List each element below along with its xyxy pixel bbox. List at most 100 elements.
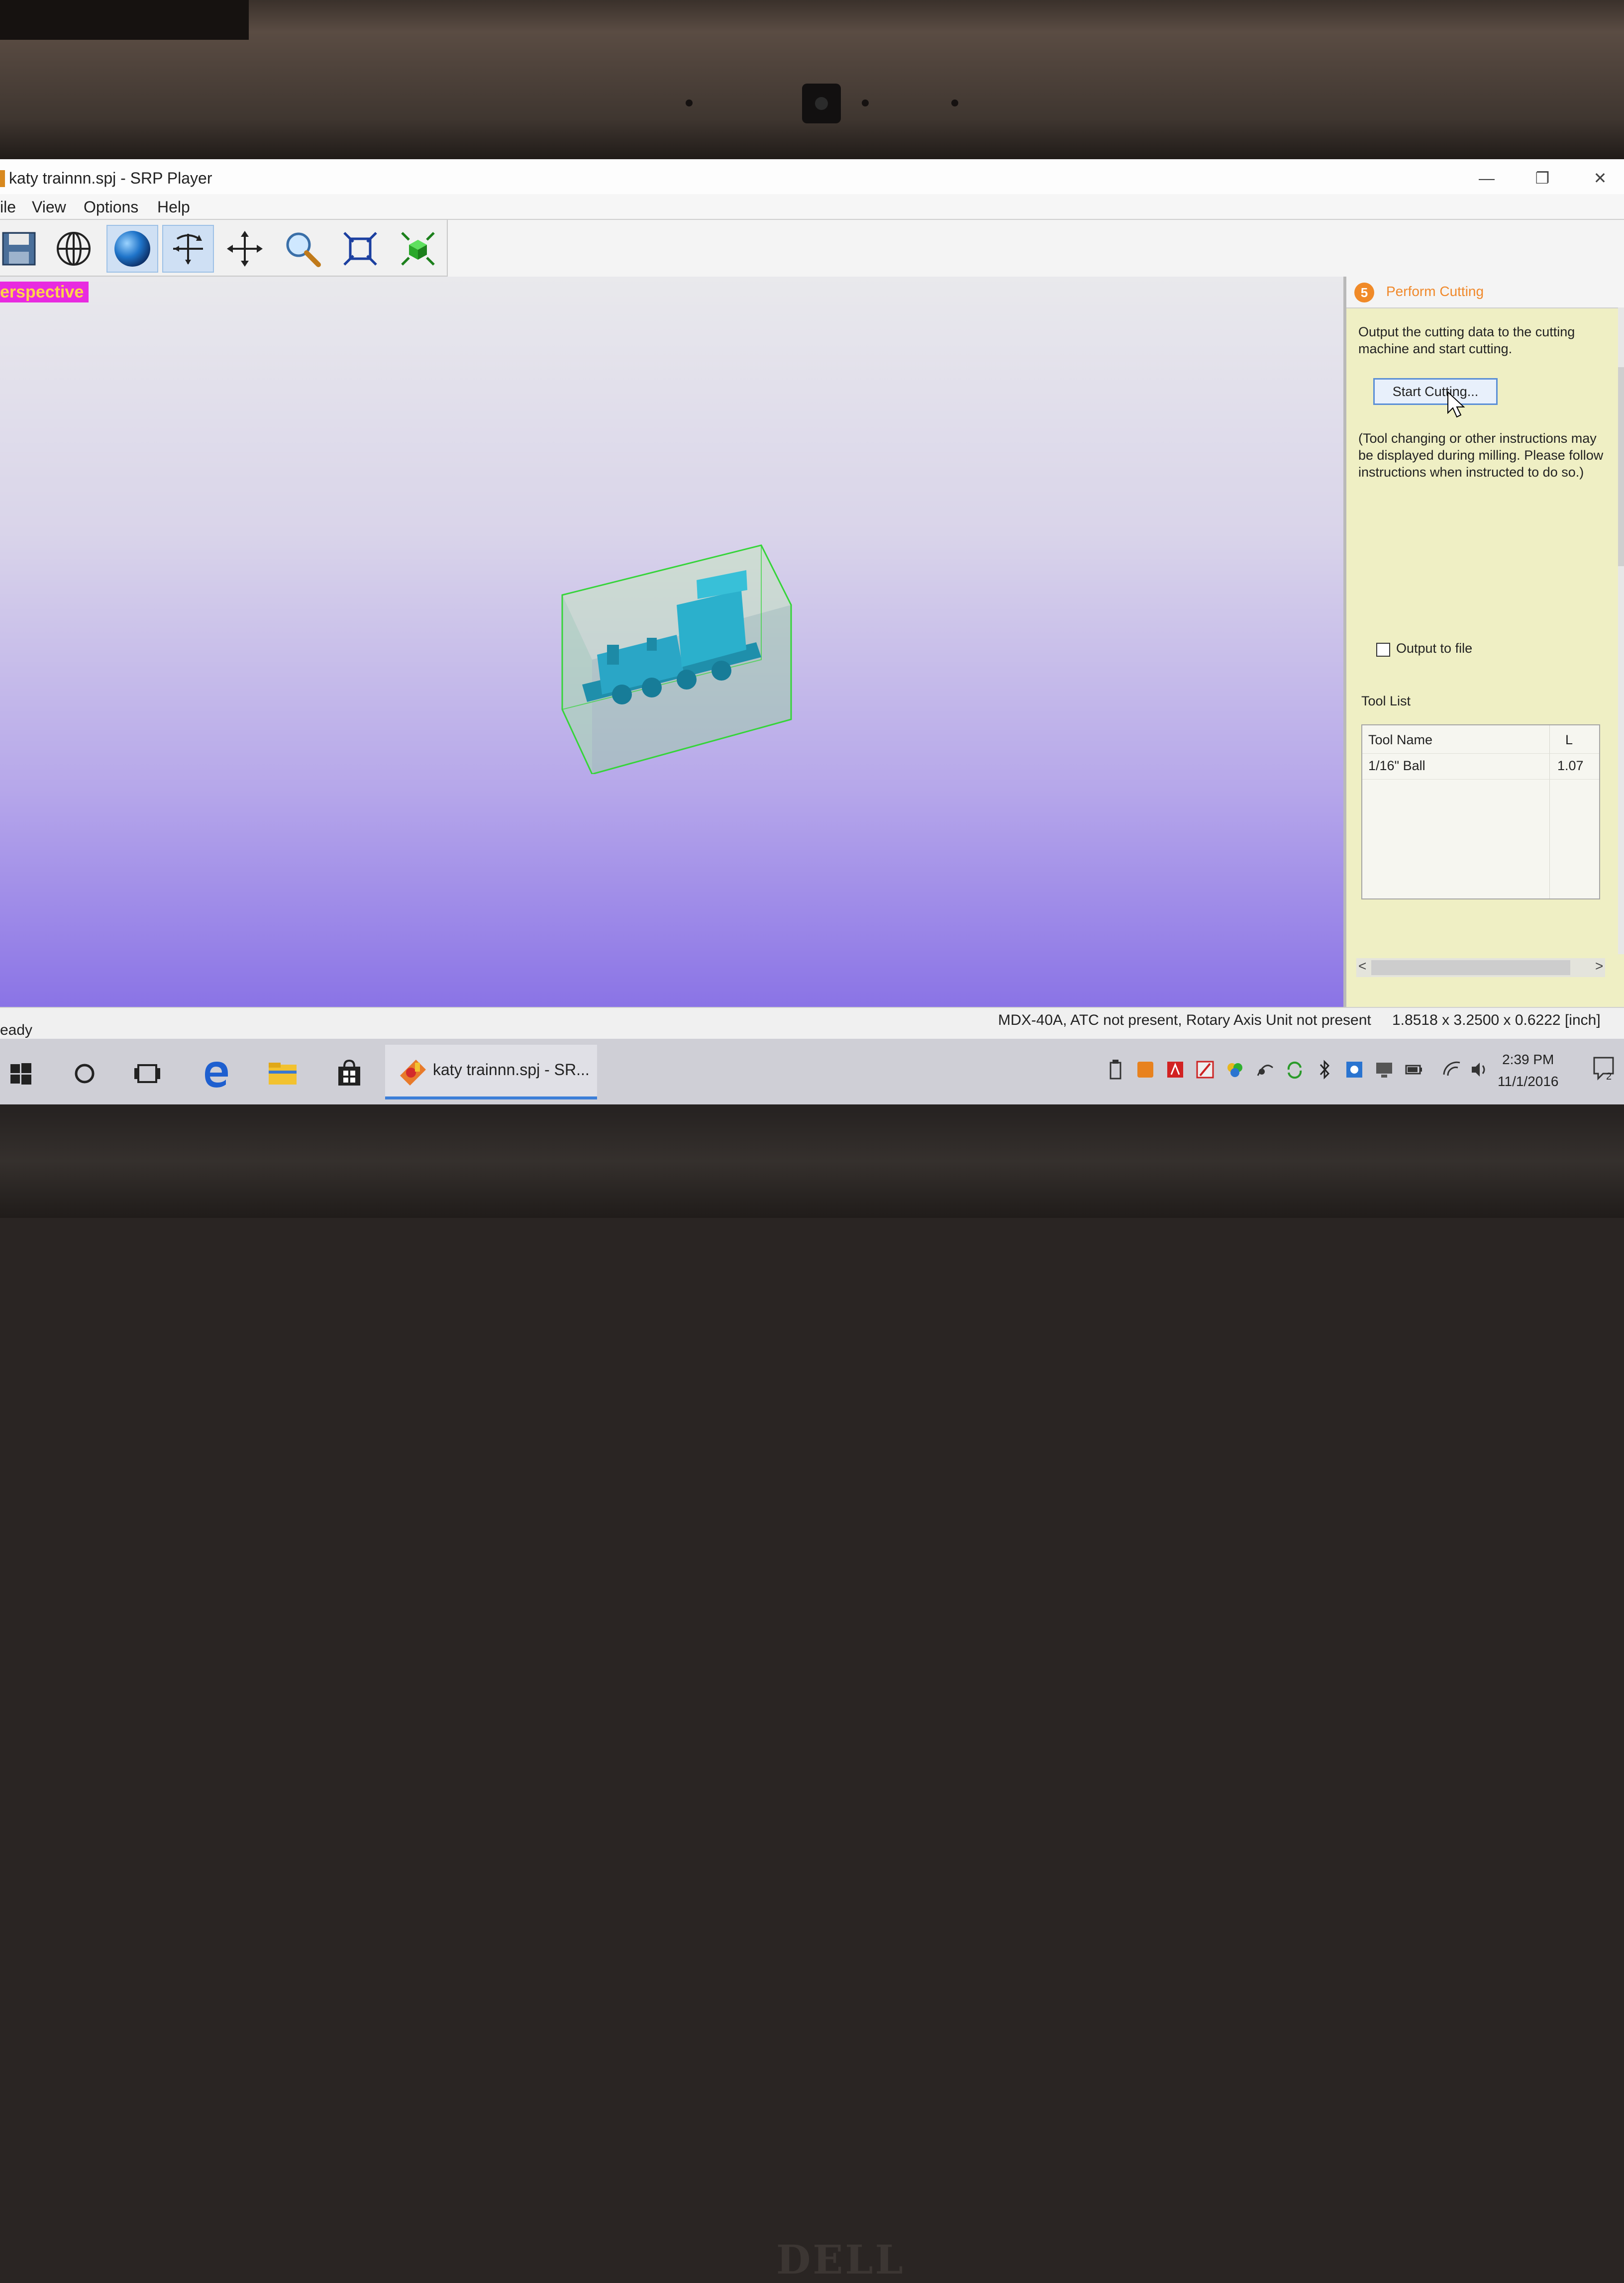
scroll-right-arrow-icon[interactable]: > — [1595, 958, 1603, 974]
train-wheel — [677, 670, 697, 690]
sphere-render-icon — [114, 231, 150, 267]
webcam-lens — [815, 97, 828, 110]
adobe-icon[interactable] — [1165, 1059, 1185, 1081]
window-title: katy trainnn.spj - SRP Player — [9, 169, 212, 187]
close-button[interactable]: ✕ — [1580, 166, 1620, 190]
menu-bar: ile View Options Help — [0, 194, 1624, 220]
acrobat-icon[interactable] — [1195, 1059, 1215, 1081]
edge-browser-button[interactable] — [196, 1054, 236, 1093]
taskbar-app-srp-player[interactable]: katy trainnn.spj - SR... — [385, 1045, 597, 1099]
train-model[interactable] — [547, 535, 806, 774]
panel-vertical-scrollbar[interactable] — [1618, 307, 1624, 954]
scroll-left-arrow-icon[interactable]: < — [1358, 958, 1366, 974]
usb-drive-icon[interactable] — [1106, 1059, 1125, 1081]
rotate-button[interactable] — [162, 225, 214, 273]
menu-help[interactable]: Help — [157, 198, 190, 216]
mouse-cursor-icon — [1447, 391, 1465, 418]
bezel-sensor-dot — [951, 99, 958, 106]
tool-length-cell[interactable]: 1.07 — [1557, 758, 1584, 774]
status-bar: eady MDX-40A, ATC not present, Rotary Ax… — [0, 1007, 1624, 1040]
scroll-thumb[interactable] — [1371, 960, 1570, 975]
output-to-file-checkbox[interactable] — [1376, 643, 1390, 657]
active-app-indicator — [385, 1096, 597, 1099]
battery-icon[interactable] — [1404, 1059, 1424, 1081]
store-button[interactable] — [329, 1054, 369, 1093]
network-app-icon[interactable] — [1344, 1059, 1364, 1081]
toolbar-separator — [447, 220, 448, 276]
perform-cutting-panel: 5 Perform Cutting Output the cutting dat… — [1343, 277, 1624, 1009]
srp-player-app-icon — [400, 1060, 426, 1086]
wireframe-button[interactable] — [48, 225, 100, 273]
column-header-l[interactable]: L — [1565, 732, 1573, 748]
notification-count: 2 — [1606, 1071, 1612, 1081]
menu-file[interactable]: ile — [0, 198, 16, 216]
pan-button[interactable] — [219, 225, 271, 273]
bezel-shadow — [0, 0, 249, 40]
cortana-circle-icon — [75, 1064, 95, 1084]
status-machine: MDX-40A, ATC not present, Rotary Axis Un… — [998, 1012, 1371, 1028]
satellite-icon[interactable] — [1255, 1059, 1275, 1081]
panel-title: Perform Cutting — [1386, 284, 1484, 299]
display-icon[interactable] — [1374, 1059, 1394, 1081]
panel-horizontal-scrollbar[interactable]: < > — [1356, 958, 1605, 977]
colorful-app-icon[interactable] — [1225, 1059, 1245, 1081]
train-wheel — [711, 661, 731, 681]
panel-note: (Tool changing or other instructions may… — [1358, 431, 1604, 480]
restore-button[interactable]: ❐ — [1522, 166, 1562, 190]
clock-time: 2:39 PM — [1502, 1052, 1554, 1067]
volume-icon[interactable] — [1469, 1059, 1489, 1081]
rotate-icon — [173, 234, 203, 265]
screen: katy trainnn.spj - SRP Player — ❐ ✕ ile … — [0, 159, 1624, 1104]
app-tray-orange-icon[interactable] — [1135, 1059, 1155, 1081]
train-chimney — [607, 645, 619, 665]
taskbar: katy trainnn.spj - SR... 2:39 PM 11/1/20… — [0, 1039, 1624, 1104]
bluetooth-icon[interactable] — [1315, 1059, 1334, 1081]
folder-icon — [269, 1063, 297, 1085]
save-button[interactable] — [0, 225, 45, 273]
pan-icon — [227, 231, 263, 267]
laptop-bezel-top — [0, 0, 1624, 159]
bezel-sensor-dot — [686, 99, 693, 106]
fit-view-button[interactable] — [334, 225, 386, 273]
start-cutting-button[interactable]: Start Cutting... — [1373, 378, 1498, 405]
sync-icon[interactable] — [1285, 1059, 1305, 1081]
taskbar-clock[interactable]: 2:39 PM 11/1/2016 — [1498, 1049, 1559, 1092]
store-bag-icon — [338, 1059, 360, 1086]
step-icon: 5 — [1354, 283, 1374, 302]
webcam — [802, 84, 841, 123]
menu-options[interactable]: Options — [84, 198, 138, 216]
toolbar — [0, 220, 448, 277]
status-ready: eady — [0, 1022, 33, 1038]
minimize-button[interactable]: — — [1467, 166, 1507, 190]
train-wheel — [612, 685, 632, 704]
bezel-sensor-dot — [862, 99, 869, 106]
laptop-brand-logo: DELL — [776, 2236, 905, 2283]
cortana-button[interactable] — [65, 1054, 104, 1093]
zoom-icon — [286, 232, 321, 267]
3d-viewport[interactable]: erspective Z Y X — [0, 277, 1349, 1104]
task-view-button[interactable] — [127, 1054, 167, 1093]
app-icon — [0, 170, 5, 187]
render-button[interactable] — [106, 225, 158, 273]
column-divider — [1549, 725, 1550, 898]
tool-list-label: Tool List — [1361, 694, 1411, 708]
scroll-thumb[interactable] — [1618, 367, 1624, 566]
file-explorer-button[interactable] — [263, 1054, 303, 1093]
tool-name-cell[interactable]: 1/16" Ball — [1368, 758, 1425, 774]
tool-list-table[interactable]: Tool Name L 1/16" Ball 1.07 — [1361, 724, 1600, 899]
globe-wireframe-icon — [57, 232, 91, 266]
fit-view-icon — [343, 232, 377, 266]
action-center-icon[interactable]: 2 — [1592, 1056, 1615, 1081]
laptop-bezel-bottom: DELL — [0, 1104, 1624, 2283]
view-mode-label[interactable]: erspective — [0, 282, 89, 302]
taskbar-app-label: katy trainnn.spj - SR... — [433, 1061, 590, 1079]
wifi-icon[interactable] — [1442, 1059, 1462, 1081]
start-button[interactable] — [1, 1054, 41, 1093]
row-divider — [1362, 779, 1599, 780]
clock-date: 11/1/2016 — [1498, 1074, 1559, 1089]
fit-model-button[interactable] — [392, 225, 444, 273]
zoom-button[interactable] — [277, 225, 328, 273]
column-header-tool-name[interactable]: Tool Name — [1368, 732, 1432, 748]
menu-view[interactable]: View — [32, 198, 66, 216]
output-to-file-label[interactable]: Output to file — [1396, 641, 1472, 656]
